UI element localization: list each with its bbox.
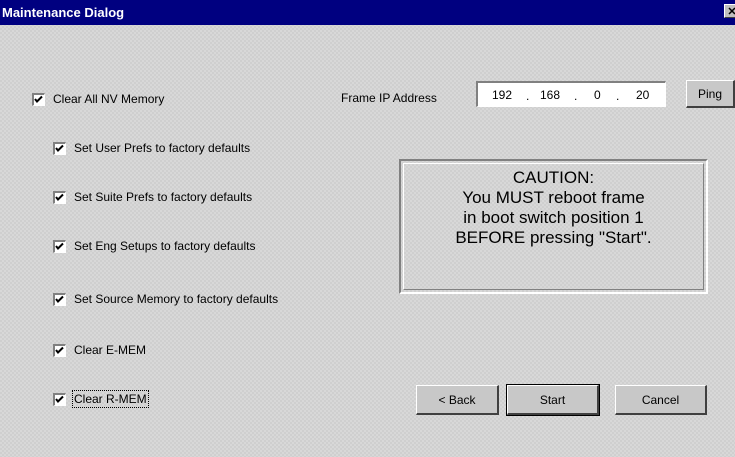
title-bar[interactable]: Maintenance Dialog ✕ xyxy=(0,0,735,25)
caution-heading: CAUTION: xyxy=(512,168,595,187)
set-suite-prefs-option[interactable]: Set Suite Prefs to factory defaults xyxy=(53,189,252,205)
ping-button[interactable]: Ping xyxy=(686,80,735,108)
checkmark-icon xyxy=(55,193,64,201)
set-source-memory-option[interactable]: Set Source Memory to factory defaults xyxy=(53,291,278,307)
ip-octet-4[interactable]: 20 xyxy=(636,88,649,102)
start-button-label: Start xyxy=(539,392,566,407)
set-user-prefs-option[interactable]: Set User Prefs to factory defaults xyxy=(53,140,250,156)
clear-e-mem-option[interactable]: Clear E-MEM xyxy=(53,342,146,358)
frame-ip-label: Frame IP Address xyxy=(341,91,437,105)
checkmark-icon xyxy=(55,346,64,354)
checkmark-icon xyxy=(55,242,64,250)
ip-separator: . xyxy=(616,89,620,103)
clear-r-mem-option[interactable]: Clear R-MEM xyxy=(53,390,149,408)
clear-all-nv-memory-option[interactable]: Clear All NV Memory xyxy=(32,91,164,107)
checkbox-label: Clear All NV Memory xyxy=(53,92,165,106)
ip-octet-2[interactable]: 168 xyxy=(540,88,560,102)
checkmark-icon xyxy=(55,395,64,403)
checkbox-label: Clear E-MEM xyxy=(74,343,147,357)
checkmark-icon xyxy=(34,95,43,103)
close-button[interactable]: ✕ xyxy=(724,4,735,18)
caution-panel: CAUTION: You MUST reboot frame in boot s… xyxy=(399,159,708,294)
set-eng-setups-option[interactable]: Set Eng Setups to factory defaults xyxy=(53,238,255,254)
set-suite-prefs-checkbox[interactable] xyxy=(53,190,66,204)
set-source-memory-checkbox[interactable] xyxy=(53,292,66,306)
cancel-button-label: Cancel xyxy=(641,392,680,407)
checkbox-label: Clear R-MEM xyxy=(72,390,149,408)
checkbox-label: Set Eng Setups to factory defaults xyxy=(74,239,256,253)
checkbox-label: Set Source Memory to factory defaults xyxy=(74,292,279,306)
checkbox-label: Set Suite Prefs to factory defaults xyxy=(74,190,253,204)
ip-octet-1[interactable]: 192 xyxy=(492,88,512,102)
set-user-prefs-checkbox[interactable] xyxy=(53,141,66,155)
checkmark-icon xyxy=(55,144,64,152)
clear-all-nv-memory-checkbox[interactable] xyxy=(32,92,45,106)
caution-line: You MUST reboot frame xyxy=(462,188,645,207)
ping-button-label: Ping xyxy=(697,86,723,101)
set-eng-setups-checkbox[interactable] xyxy=(53,239,66,253)
caution-line: in boot switch position 1 xyxy=(463,208,644,227)
back-button-label: < Back xyxy=(438,392,476,407)
clear-e-mem-checkbox[interactable] xyxy=(53,343,66,357)
caution-line: BEFORE pressing "Start". xyxy=(455,228,652,247)
ip-octet-3[interactable]: 0 xyxy=(594,88,601,102)
start-button[interactable]: Start xyxy=(506,384,600,416)
cancel-button[interactable]: Cancel xyxy=(615,385,707,415)
dialog-title: Maintenance Dialog xyxy=(2,5,125,20)
ip-separator: . xyxy=(574,89,578,103)
clear-r-mem-checkbox[interactable] xyxy=(53,392,66,406)
checkmark-icon xyxy=(55,295,64,303)
ip-separator: . xyxy=(526,89,530,103)
back-button[interactable]: < Back xyxy=(416,385,499,415)
frame-ip-input[interactable]: 192 . 168 . 0 . 20 xyxy=(476,81,666,107)
checkbox-label: Set User Prefs to factory defaults xyxy=(74,141,251,155)
